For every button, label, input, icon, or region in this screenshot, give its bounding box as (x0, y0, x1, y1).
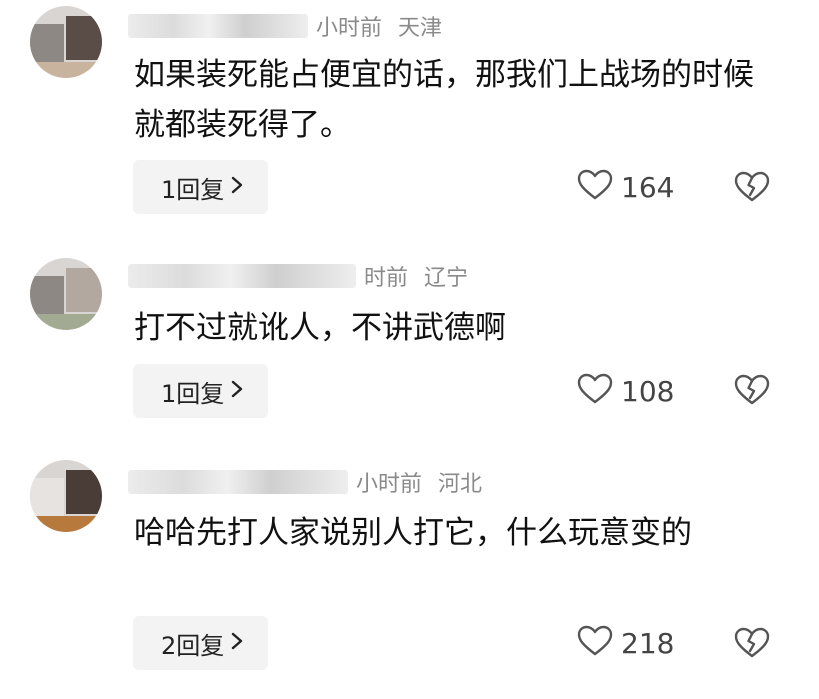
reply-label: 1回复 (161, 175, 225, 204)
username-blurred[interactable] (128, 264, 356, 288)
comment-time: 小时前 (356, 472, 423, 497)
username-blurred[interactable] (128, 14, 308, 38)
avatar[interactable] (30, 6, 102, 78)
comment-meta: 小时前 河北 (128, 462, 482, 502)
heart-outline-icon (577, 625, 613, 661)
like-count: 108 (621, 374, 675, 408)
like-button[interactable]: 218 (577, 623, 674, 663)
comment-text: 如果装死能占便宜的话，那我们上战场的时候就都装死得了。 (134, 57, 754, 143)
chevron-right-icon (230, 379, 244, 404)
chevron-right-icon (230, 175, 244, 200)
heart-outline-icon (577, 373, 613, 409)
like-button[interactable]: 164 (577, 167, 674, 207)
broken-heart-icon[interactable] (734, 170, 770, 206)
comment-region: 天津 (398, 16, 443, 41)
avatar[interactable] (30, 258, 102, 330)
comment-text: 哈哈先打人家说别人打它，什么玩意变的 (134, 515, 692, 551)
username-blurred[interactable] (128, 470, 348, 494)
comment-region: 河北 (438, 472, 483, 497)
broken-heart-icon[interactable] (734, 373, 770, 409)
comment-meta: 小时前 天津 (128, 6, 442, 46)
reply-button[interactable]: 1回复 (133, 364, 269, 418)
reply-button[interactable]: 2回复 (133, 616, 269, 670)
comment-time: 小时前 (316, 16, 383, 41)
heart-outline-icon (577, 169, 613, 205)
chevron-right-icon (230, 631, 244, 656)
comment-meta: 时前 辽宁 (128, 256, 468, 296)
like-count: 164 (621, 170, 675, 204)
comment-time: 时前 (364, 266, 409, 291)
comment-text: 打不过就讹人，不讲武德啊 (134, 310, 506, 346)
comment-region: 辽宁 (424, 266, 469, 291)
reply-label: 1回复 (161, 379, 225, 408)
reply-button[interactable]: 1回复 (133, 160, 269, 214)
reply-label: 2回复 (161, 631, 225, 660)
like-count: 218 (621, 626, 675, 660)
like-button[interactable]: 108 (577, 371, 674, 411)
broken-heart-icon[interactable] (734, 626, 770, 662)
avatar[interactable] (30, 460, 102, 532)
